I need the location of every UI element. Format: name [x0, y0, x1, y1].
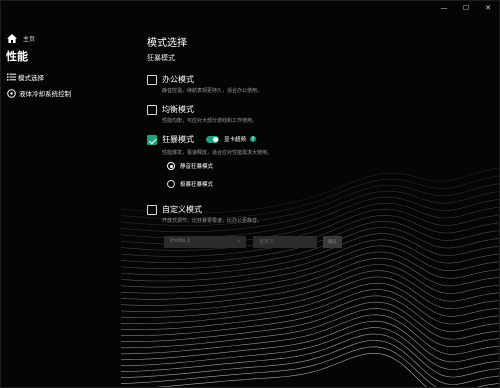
sidebar-home[interactable]: 主页	[7, 31, 35, 45]
radio-dot[interactable]	[167, 180, 175, 188]
profile-select-value: Profile 1	[170, 238, 191, 244]
radio-silent-beast[interactable]: 静音狂暴模式	[167, 162, 213, 170]
office-mode-desc: 静音控温，续航表现更持久，适合办公使用。	[162, 88, 263, 94]
beast-mode-desc: 性能爆发，极速释放，适合应对性能需求大使用。	[162, 150, 273, 156]
custom-name-input[interactable]: 自定义	[253, 236, 317, 248]
sidebar-item-label: 液体冷却系统控制	[19, 90, 71, 98]
profile-select[interactable]: Profile 1 ⌄	[164, 236, 246, 248]
confirm-button[interactable]: 确认	[323, 236, 342, 248]
radio-label: 极暴狂暴模式	[180, 182, 214, 188]
confirm-button-label: 确认	[328, 239, 337, 245]
beast-mode-checkbox[interactable]	[147, 135, 157, 145]
custom-mode-desc: 开放式调节，比狂暴更极速，比办公更静音。	[162, 218, 263, 224]
main-content: 模式选择 狂暴模式 办公模式 静音控温，续航表现更持久，适合办公使用。 均衡模式…	[147, 1, 487, 387]
radio-label: 静音狂暴模式	[180, 164, 214, 170]
beast-mode-label: 狂暴模式	[162, 135, 194, 144]
custom-mode-checkbox[interactable]	[147, 205, 157, 215]
info-icon[interactable]: ?	[250, 136, 256, 142]
sidebar-section-title: 性能	[6, 50, 28, 63]
balanced-mode-checkbox[interactable]	[147, 105, 157, 115]
radio-extreme-beast[interactable]: 极暴狂暴模式	[167, 180, 213, 188]
gpu-overclock-toggle[interactable]	[206, 136, 219, 143]
app-window: — ☐ ✕ 主页 性能 模式选择 液体冷却系统控制 模式选择 狂暴模式 办公模式…	[0, 0, 500, 388]
custom-name-placeholder: 自定义	[259, 239, 275, 245]
gpu-overclock-label: 显卡超频	[224, 137, 247, 143]
office-mode-label: 办公模式	[162, 75, 194, 84]
home-icon	[7, 33, 17, 43]
list-icon	[7, 73, 16, 81]
cooling-icon	[7, 88, 16, 98]
balanced-mode-label: 均衡模式	[162, 105, 194, 114]
home-label: 主页	[23, 35, 36, 43]
office-mode-checkbox[interactable]	[147, 75, 157, 85]
balanced-mode-desc: 性能均衡，可应对大部分游戏和工作使用。	[162, 118, 258, 124]
page-title: 模式选择	[147, 38, 187, 49]
current-mode-label: 狂暴模式	[147, 54, 175, 62]
sidebar-item-label: 模式选择	[18, 74, 44, 82]
chevron-down-icon: ⌄	[235, 237, 241, 244]
custom-mode-label: 自定义模式	[162, 205, 202, 214]
sidebar-item-mode-select[interactable]: 模式选择	[7, 71, 44, 83]
sidebar-item-liquid-cooling[interactable]: 液体冷却系统控制	[7, 87, 71, 99]
radio-dot-selected[interactable]	[167, 162, 175, 170]
